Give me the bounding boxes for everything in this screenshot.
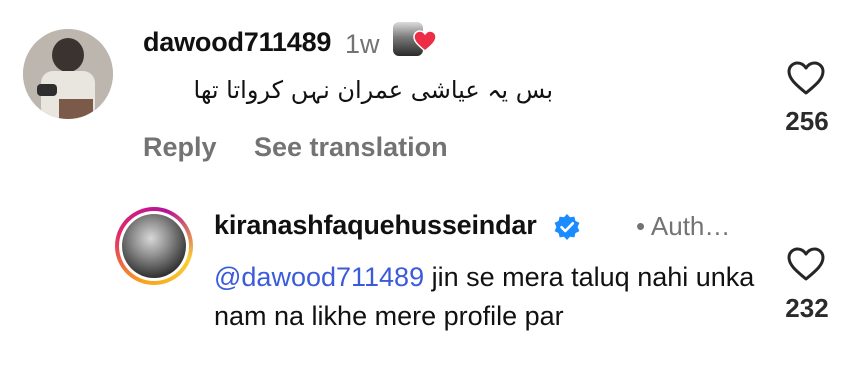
- commenter-username[interactable]: dawood711489: [143, 27, 331, 58]
- like-heart-icon[interactable]: [786, 60, 826, 96]
- liked-by-author-badge: [393, 22, 439, 62]
- verified-badge-icon: [554, 214, 580, 240]
- profile-photo-icon: [23, 29, 113, 119]
- comment-timestamp: 1w: [345, 29, 380, 59]
- comment-like-count: 256: [785, 106, 829, 136]
- see-translation-button[interactable]: See translation: [254, 132, 448, 163]
- author-avatar-story-ring[interactable]: [115, 207, 193, 285]
- comment-text: بس یہ عیاشی عمران نہں کرواتا تھا: [193, 76, 554, 104]
- heart-icon: [413, 30, 437, 52]
- profile-photo-icon: [122, 214, 186, 278]
- like-heart-icon[interactable]: [786, 246, 826, 282]
- commenter-avatar[interactable]: [23, 29, 113, 119]
- reply-button[interactable]: Reply: [143, 132, 217, 163]
- mention-link[interactable]: @dawood711489: [214, 262, 424, 292]
- author-label: • Auth…: [636, 211, 731, 241]
- reply-text: @dawood711489 jin se mera taluq nahi unk…: [214, 258, 764, 336]
- reply-like-count: 232: [785, 293, 829, 323]
- reply-username[interactable]: kiranashfaquehusseindar: [214, 210, 537, 241]
